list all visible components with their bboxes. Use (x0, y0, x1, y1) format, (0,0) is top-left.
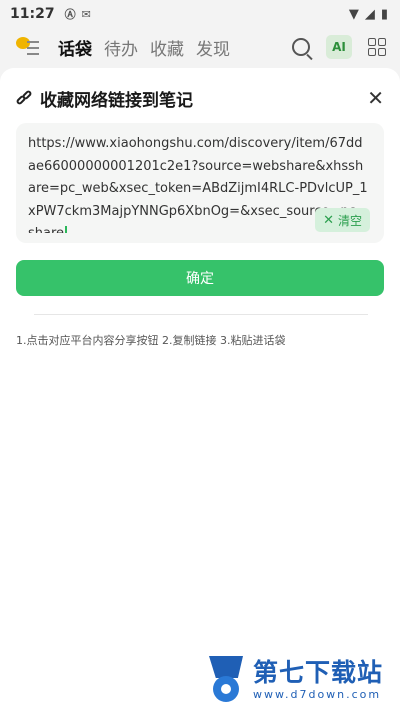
ai-button[interactable]: AI (326, 35, 352, 59)
sheet-header: 收藏网络链接到笔记 ✕ (15, 86, 384, 111)
divider (34, 314, 368, 315)
text-caret (65, 226, 68, 233)
top-nav: 话袋 待办 收藏 发现 AI (0, 30, 400, 64)
confirm-button[interactable]: 确定 (16, 260, 384, 296)
save-link-sheet: 收藏网络链接到笔记 ✕ https://www.xiaohongshu.com/… (0, 68, 400, 710)
wifi-icon: ▼ (348, 6, 359, 22)
menu-logo-icon[interactable] (14, 35, 44, 59)
battery-icon: ▮ (380, 6, 388, 22)
clear-button[interactable]: ✕ 清空 (315, 208, 370, 232)
watermark-logo-icon (205, 654, 249, 704)
instruction-hint: 1.点击对应平台内容分享按钮 2.复制链接 3.粘贴进话袋 (16, 334, 286, 347)
grid-icon[interactable] (368, 38, 386, 56)
tab-huadai[interactable]: 话袋 (58, 35, 92, 60)
search-icon[interactable] (292, 38, 310, 56)
close-icon[interactable]: ✕ (367, 88, 384, 108)
tab-discover[interactable]: 发现 (196, 35, 230, 60)
watermark: 第七下载站 www.d7down.com (205, 652, 395, 706)
watermark-name: 第七下载站 (253, 657, 384, 687)
mail-icon: ✉ (81, 7, 91, 21)
tab-favorites[interactable]: 收藏 (150, 35, 184, 60)
link-icon (15, 89, 34, 107)
status-bar: 11:27 Ⓐ ✉ ▼ ◢ ▮ (0, 0, 400, 28)
status-time: 11:27 (10, 6, 55, 22)
sheet-title: 收藏网络链接到笔记 (40, 90, 193, 111)
clear-x-icon: ✕ (323, 212, 334, 228)
clear-label: 清空 (337, 213, 362, 228)
notification-a-icon: Ⓐ (64, 8, 76, 21)
signal-icon: ◢ (364, 6, 375, 22)
watermark-url: www.d7down.com (253, 687, 382, 701)
tab-todo[interactable]: 待办 (104, 35, 138, 60)
url-input[interactable]: https://www.xiaohongshu.com/discovery/it… (16, 123, 384, 243)
